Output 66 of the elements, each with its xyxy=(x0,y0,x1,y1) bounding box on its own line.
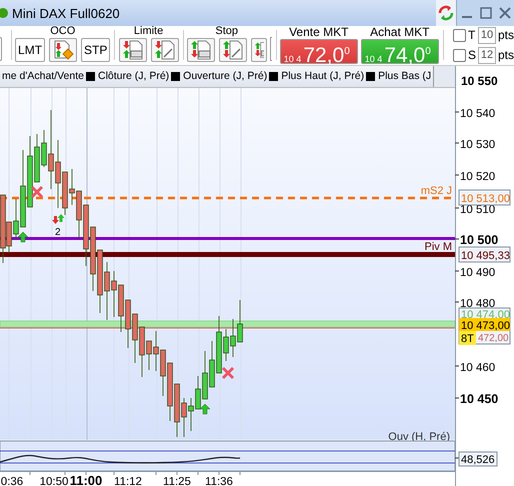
ask-price-label: 10 474,00 xyxy=(461,309,510,321)
price-label: 10 480 xyxy=(460,298,496,310)
cross-icon xyxy=(222,367,234,379)
countdown-tag: 8T xyxy=(459,331,476,345)
legend-item[interactable]: Plus Bas (J xyxy=(364,66,434,87)
oscillator-tag: 48,526 xyxy=(458,452,498,466)
time-label: 11:25 xyxy=(163,476,191,486)
up-arrow-icon xyxy=(18,232,28,242)
order-button[interactable] xyxy=(118,38,147,62)
input-field[interactable]: 10 xyxy=(478,26,496,44)
order-button[interactable] xyxy=(186,38,215,62)
price-label: 10 490 xyxy=(460,267,496,279)
down-arrow-icon xyxy=(52,216,59,224)
order-type-button[interactable]: LMT xyxy=(15,38,46,62)
last-price-tag: 10 473,00 xyxy=(459,318,510,332)
input-field[interactable]: 12 xyxy=(478,46,496,64)
price-label: 10 520 xyxy=(460,171,496,183)
checkbox-label: T xyxy=(468,28,476,42)
quote-title: Vente MKT xyxy=(289,26,348,39)
group-title: Stop xyxy=(215,25,238,38)
order-icon xyxy=(190,40,212,60)
order-icon xyxy=(254,40,264,60)
checkbox-label: S xyxy=(468,48,476,62)
refresh-icon[interactable] xyxy=(436,0,456,26)
line-label: Piv M xyxy=(424,241,452,253)
price-label: 10 550 xyxy=(461,74,498,88)
checkbox[interactable] xyxy=(452,48,466,62)
order-icon xyxy=(154,40,176,60)
price-label: 10 530 xyxy=(460,139,496,151)
unit-label: pts xyxy=(498,28,514,42)
price-tag: 10 513,00 xyxy=(458,190,510,206)
window-title: Mini DAX Full0620 xyxy=(12,6,120,20)
price-tag: 10 495,33 xyxy=(458,246,510,262)
time-label: 11:36 xyxy=(205,476,233,486)
price-label: 10 500 xyxy=(460,233,498,247)
signal-count: 2 xyxy=(55,227,61,238)
time-label: 0:36 xyxy=(0,476,24,486)
line-label: mS2 J xyxy=(420,185,452,197)
price-label: 10 450 xyxy=(460,392,498,406)
order-button[interactable] xyxy=(218,38,247,62)
quote-title: Achat MKT xyxy=(370,26,430,39)
price-label: 10 540 xyxy=(460,108,496,120)
order-type-button[interactable]: STP xyxy=(81,38,110,62)
order-icon xyxy=(122,40,144,60)
oco-order-icon xyxy=(52,40,74,60)
up-arrow-icon xyxy=(58,214,64,222)
maximize-icon[interactable] xyxy=(480,7,492,19)
close-icon[interactable] xyxy=(498,7,510,19)
order-button[interactable] xyxy=(250,38,267,62)
bid-price-label: 472,00 xyxy=(478,333,509,344)
time-label: 11:12 xyxy=(114,476,142,486)
order-icon xyxy=(222,40,244,60)
order-button[interactable] xyxy=(150,38,179,62)
legend-item[interactable]: me d'Achat/Vente xyxy=(0,66,87,87)
unit-label: pts xyxy=(498,48,514,62)
time-label: 10:50 xyxy=(40,476,68,486)
group-title: Limite xyxy=(134,25,164,38)
checkbox[interactable] xyxy=(452,28,466,42)
status-dot xyxy=(0,8,8,18)
price-label: 10 460 xyxy=(460,362,496,374)
up-arrow-icon xyxy=(200,404,210,414)
sell-button[interactable]: 10 4 72,0$^{0}$ xyxy=(280,39,358,64)
cross-icon xyxy=(31,186,43,198)
oco-order-button[interactable] xyxy=(49,38,78,62)
group-title: OCO xyxy=(50,25,76,38)
time-label: 11:00 xyxy=(70,473,102,486)
